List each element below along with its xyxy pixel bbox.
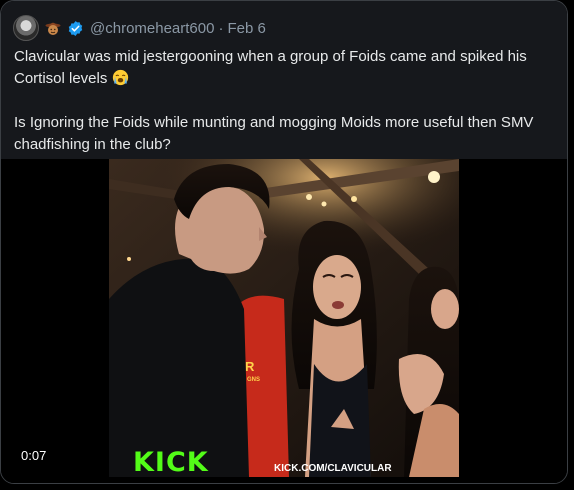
author-row: @chromeheart600 · Feb 6 bbox=[13, 15, 266, 41]
video-timestamp: 0:07 bbox=[21, 448, 47, 463]
post-header: @chromeheart600 · Feb 6 Clavicular was m… bbox=[1, 1, 567, 159]
kick-logo: KICK bbox=[133, 447, 209, 477]
cowboy-emoji-icon bbox=[45, 20, 61, 36]
separator-dot: · bbox=[218, 19, 224, 37]
post-paragraph-1: Clavicular was mid jestergooning when a … bbox=[14, 46, 554, 90]
tweet-card[interactable]: @chromeheart600 · Feb 6 Clavicular was m… bbox=[0, 0, 568, 484]
video-player[interactable]: R GNS KICK KICK.COM/CLAVICULAR 0:07 bbox=[1, 159, 567, 483]
kick-watermark: KICK.COM/CLAVICULAR bbox=[274, 463, 392, 474]
author-handle[interactable]: @chromeheart600 bbox=[90, 20, 214, 37]
shirt-text: R bbox=[245, 359, 255, 374]
shirt-text-small: GNS bbox=[247, 377, 260, 383]
post-text: Clavicular was mid jestergooning when a … bbox=[14, 46, 554, 156]
avatar[interactable] bbox=[13, 15, 39, 41]
video-frame[interactable]: R GNS KICK KICK.COM/CLAVICULAR bbox=[109, 159, 459, 477]
verified-badge-icon bbox=[67, 20, 84, 37]
loudly-crying-face-icon bbox=[112, 69, 129, 86]
post-paragraph-2: Is Ignoring the Foids while munting and … bbox=[14, 114, 534, 153]
post-date[interactable]: Feb 6 bbox=[227, 20, 265, 37]
post-paragraph-1-text: Clavicular was mid jestergooning when a … bbox=[14, 48, 527, 87]
video-still-image: R GNS KICK KICK.COM/CLAVICULAR bbox=[109, 159, 459, 477]
